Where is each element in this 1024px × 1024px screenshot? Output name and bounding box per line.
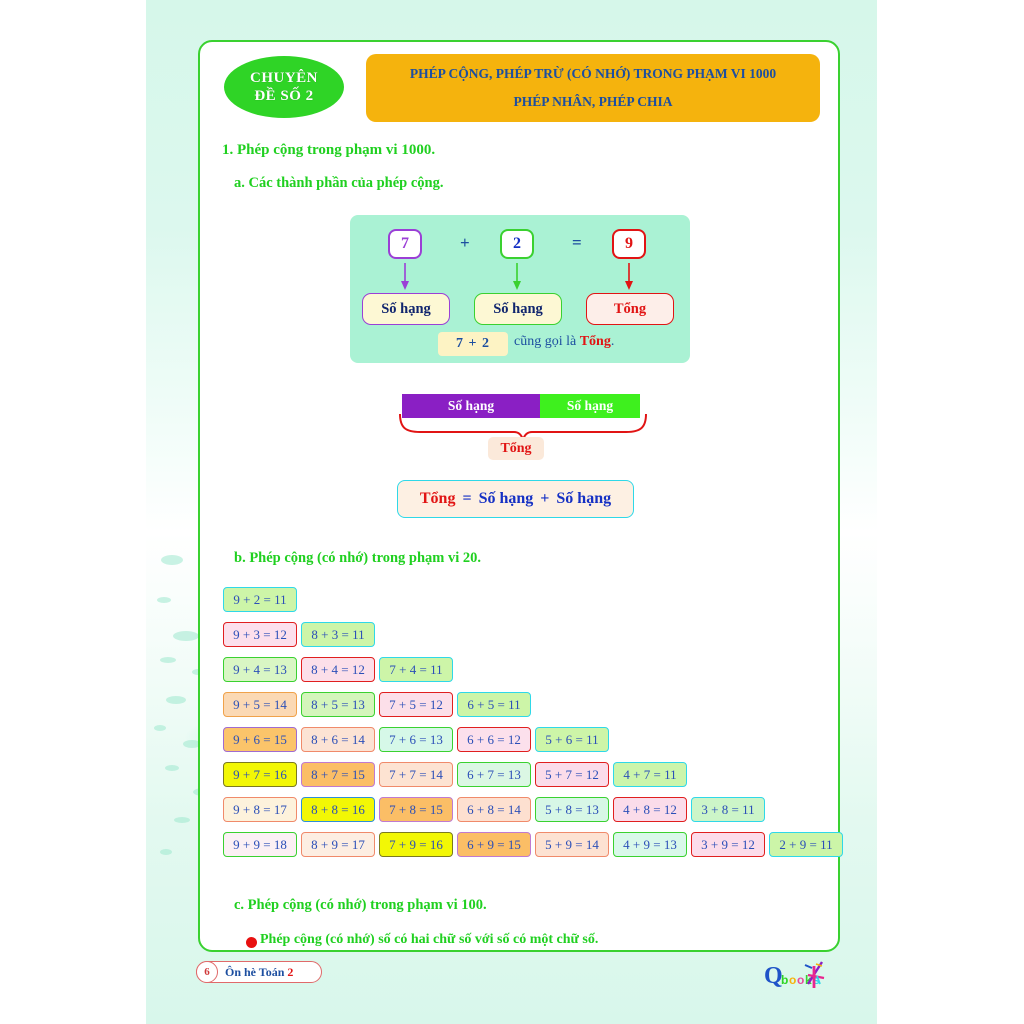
addition-fact-cell: 6 + 6 = 12	[457, 727, 531, 752]
svg-text:b: b	[781, 973, 788, 987]
addition-fact-cell: 9 + 6 = 15	[223, 727, 297, 752]
content-card: CHUYÊN ĐỀ SỐ 2 PHÉP CỘNG, PHÉP TRỪ (CÓ N…	[198, 40, 843, 952]
addition-fact-cell: 5 + 8 = 13	[535, 797, 609, 822]
addition-fact-cell: 6 + 7 = 13	[457, 762, 531, 787]
bullet-item-1: Phép cộng (có nhớ) số có hai chữ số với …	[246, 932, 599, 948]
addition-fact-cell: 9 + 3 = 12	[223, 622, 297, 647]
page-footer-tag: 6 Ôn hè Toán 2	[196, 961, 322, 983]
addend-1-label: Số hạng	[362, 293, 450, 325]
also-called-text: cũng gọi là Tổng.	[514, 334, 614, 350]
qbooks-logo: Q b o o k s	[764, 961, 825, 989]
badge-line2: ĐỀ SỐ 2	[254, 88, 314, 104]
heading-section-1b: b. Phép cộng (có nhớ) trong phạm vi 20.	[234, 550, 482, 566]
bullet-item-1-label: Phép cộng (có nhớ) số có hai chữ số với …	[260, 932, 599, 947]
workbook-page: CHUYÊN ĐỀ SỐ 2 PHÉP CỘNG, PHÉP TRỪ (CÓ N…	[0, 0, 1024, 1024]
addition-fact-cell: 4 + 7 = 11	[613, 762, 687, 787]
addition-fact-cell: 4 + 8 = 12	[613, 797, 687, 822]
heading-section-1: 1. Phép cộng trong phạm vi 1000.	[222, 142, 436, 158]
formula-plus: +	[540, 490, 550, 507]
addition-fact-cell: 7 + 7 = 14	[379, 762, 453, 787]
formula-sum: Tổng	[419, 490, 456, 507]
svg-text:o: o	[797, 973, 804, 987]
addition-fact-cell: 8 + 3 = 11	[301, 622, 375, 647]
addition-fact-cell: 8 + 4 = 12	[301, 657, 375, 682]
addition-fact-cell: 3 + 8 = 11	[691, 797, 765, 822]
addition-fact-cell: 8 + 7 = 15	[301, 762, 375, 787]
footer-label-text: Ôn hè Toán	[225, 964, 288, 979]
heading-section-1a: a. Các thành phần của phép cộng.	[234, 175, 444, 191]
addition-fact-cell: 9 + 4 = 13	[223, 657, 297, 682]
brace-sum-label: Tổng	[488, 437, 544, 460]
formula-term-2: Số hạng	[556, 490, 612, 507]
page-title: PHÉP CỘNG, PHÉP TRỪ (CÓ NHỚ) TRONG PHẠM …	[366, 54, 820, 122]
addition-fact-cell: 7 + 5 = 12	[379, 692, 453, 717]
expression-chip: 7 + 2	[438, 332, 508, 356]
sum-label: Tổng	[586, 293, 674, 325]
addition-parts-panel: 7 + 2 = 9 Số hạng Số hạng Tổng 7 + 2 cũn…	[350, 215, 690, 363]
addition-fact-cell: 5 + 6 = 11	[535, 727, 609, 752]
addition-fact-cell: 8 + 9 = 17	[301, 832, 375, 857]
addition-fact-cell: 6 + 9 = 15	[457, 832, 531, 857]
addition-fact-cell: 9 + 9 = 18	[223, 832, 297, 857]
page-number: 6	[196, 961, 218, 983]
addition-fact-cell: 5 + 7 = 12	[535, 762, 609, 787]
sum-formula: Tổng = Số hạng + Số hạng	[397, 480, 634, 518]
addition-fact-cell: 7 + 6 = 13	[379, 727, 453, 752]
formula-term-1: Số hạng	[478, 490, 534, 507]
title-line2: PHÉP NHÂN, PHÉP CHIA	[513, 94, 673, 109]
addition-fact-cell: 2 + 9 = 11	[769, 832, 843, 857]
addend-2-label: Số hạng	[474, 293, 562, 325]
svg-text:o: o	[789, 973, 796, 987]
addition-fact-cell: 7 + 4 = 11	[379, 657, 453, 682]
footer-label-accent: 2	[287, 964, 294, 979]
page-header: CHUYÊN ĐỀ SỐ 2 PHÉP CỘNG, PHÉP TRỪ (CÓ N…	[224, 54, 820, 124]
addition-fact-cell: 7 + 9 = 16	[379, 832, 453, 857]
title-line1: PHÉP CỘNG, PHÉP TRỪ (CÓ NHỚ) TRONG PHẠM …	[409, 66, 777, 81]
addition-fact-cell: 9 + 5 = 14	[223, 692, 297, 717]
addition-fact-cell: 9 + 2 = 11	[223, 587, 297, 612]
also-called-period: .	[610, 334, 615, 349]
footer-label: Ôn hè Toán 2	[225, 965, 293, 980]
also-called-prefix: cũng gọi là	[514, 334, 580, 349]
bullet-dot-icon	[246, 937, 257, 948]
addition-fact-cell: 3 + 9 = 12	[691, 832, 765, 857]
addition-fact-cell: 5 + 9 = 14	[535, 832, 609, 857]
addition-fact-cell: 6 + 5 = 11	[457, 692, 531, 717]
addition-fact-cell: 7 + 8 = 15	[379, 797, 453, 822]
also-called-term: Tổng	[579, 334, 611, 349]
addition-fact-cell: 9 + 8 = 17	[223, 797, 297, 822]
addition-fact-cell: 4 + 9 = 13	[613, 832, 687, 857]
addition-fact-cell: 9 + 7 = 16	[223, 762, 297, 787]
addition-fact-cell: 8 + 6 = 14	[301, 727, 375, 752]
addition-facts-table: 9 + 2 = 11 9 + 3 = 12 8 + 3 = 11 9 + 4 = 13…	[223, 587, 843, 872]
addition-fact-cell: 8 + 8 = 16	[301, 797, 375, 822]
badge-line1: CHUYÊN	[249, 70, 318, 86]
svg-text:Q: Q	[764, 963, 783, 989]
addition-fact-cell: 6 + 8 = 14	[457, 797, 531, 822]
chapter-badge: CHUYÊN ĐỀ SỐ 2	[224, 56, 344, 118]
addition-fact-cell: 8 + 5 = 13	[301, 692, 375, 717]
heading-section-1c: c. Phép cộng (có nhớ) trong phạm vi 100.	[234, 897, 487, 913]
formula-equals: =	[462, 490, 472, 507]
